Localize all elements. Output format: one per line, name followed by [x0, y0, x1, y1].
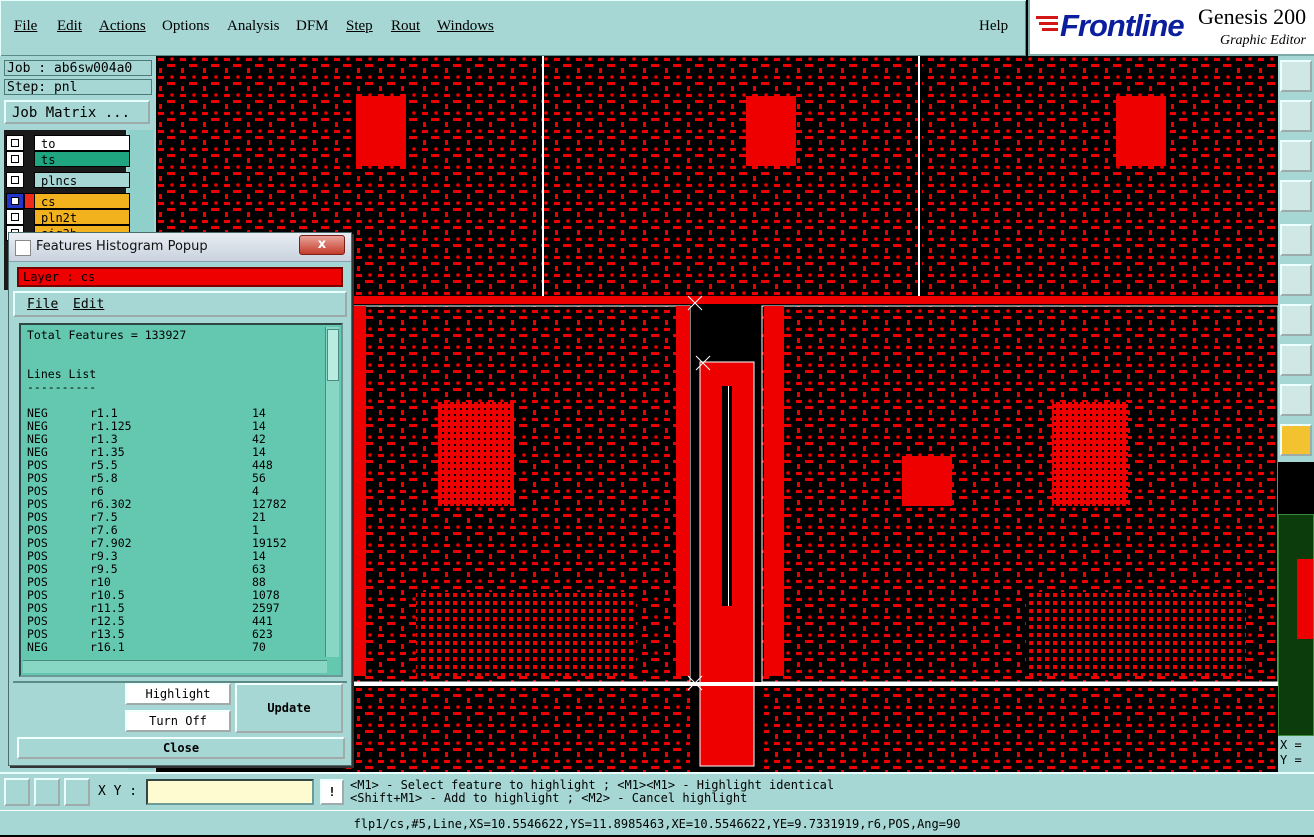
layer-checkbox[interactable]: [6, 172, 24, 188]
measure-tool-icon[interactable]: [1280, 384, 1312, 416]
grid-snap-icon[interactable]: [64, 778, 90, 806]
menu-step[interactable]: Step: [346, 18, 373, 35]
histogram-row[interactable]: POS r7.5 21: [27, 511, 323, 524]
job-name: Job : ab6sw004a0: [4, 60, 152, 76]
histogram-row[interactable]: POS r12.5 441: [27, 615, 323, 628]
histogram-row[interactable]: POS r9.3 14: [27, 550, 323, 563]
histogram-row[interactable]: NEG r1.125 14: [27, 420, 323, 433]
menu-actions[interactable]: Actions: [99, 18, 146, 35]
histogram-row[interactable]: POS r5.8 56: [27, 472, 323, 485]
popup-menu-file[interactable]: File: [27, 297, 58, 312]
fit-view-icon[interactable]: [1280, 140, 1312, 172]
turn-off-button[interactable]: Turn Off: [125, 710, 231, 732]
measure-angle-icon[interactable]: [1280, 304, 1312, 336]
histogram-row[interactable]: NEG r16.1 70: [27, 641, 323, 654]
histogram-row[interactable]: POS r6.302 12782: [27, 498, 323, 511]
pad-tool-icon[interactable]: [1280, 344, 1312, 376]
layer-checkbox[interactable]: [6, 135, 24, 151]
feature-select-icon[interactable]: [1280, 224, 1312, 256]
list-title-underline: ----------: [27, 380, 97, 394]
layer-checkbox-active[interactable]: [6, 193, 24, 209]
connect-tool-icon[interactable]: [1280, 264, 1312, 296]
status-bar: flp1/cs,#5,Line,XS=10.5546622,YS=11.8985…: [0, 810, 1314, 835]
brand-title: Genesis 200: [1198, 4, 1307, 29]
mouse-hint-line1: <M1> - Select feature to highlight ; <M1…: [350, 778, 835, 792]
measure-icon[interactable]: [34, 778, 60, 806]
main-menubar: File Edit Actions Options Analysis DFM S…: [0, 0, 1026, 58]
histogram-row[interactable]: POS r13.5 623: [27, 628, 323, 641]
snap-settings-icon[interactable]: [1280, 180, 1312, 212]
layer-indicator: Layer : cs: [17, 267, 343, 287]
step-name: Step: pnl: [4, 79, 152, 95]
popup-titlebar[interactable]: Features Histogram Popup x: [9, 233, 351, 262]
update-button[interactable]: Update: [235, 683, 343, 733]
zoom-area-icon[interactable]: [4, 778, 30, 806]
menu-options[interactable]: Options: [162, 18, 210, 35]
histogram-row[interactable]: NEG r1.1 14: [27, 407, 323, 420]
close-button[interactable]: Close: [17, 737, 345, 759]
vertical-scrollbar[interactable]: [325, 327, 339, 657]
histogram-row[interactable]: POS r9.5 63: [27, 563, 323, 576]
layer-checkbox[interactable]: [6, 151, 24, 167]
horizontal-scrollbar[interactable]: [23, 660, 327, 673]
zoom-out-icon[interactable]: [1280, 100, 1312, 132]
layer-checkbox[interactable]: [6, 209, 24, 225]
right-toolbar: X = Y =: [1278, 56, 1314, 772]
xy-label: X Y :: [98, 784, 138, 799]
menu-file[interactable]: File: [14, 18, 37, 35]
popup-menubar: File Edit: [13, 291, 347, 317]
histogram-row[interactable]: NEG r1.35 14: [27, 446, 323, 459]
total-features: Total Features = 133927: [27, 329, 187, 342]
histogram-row[interactable]: POS r7.902 19152: [27, 537, 323, 550]
histogram-row[interactable]: POS r11.5 2597: [27, 602, 323, 615]
command-bar: X Y : ! <M1> - Select feature to highlig…: [0, 772, 1314, 810]
brand-panel: Frontline Genesis 200 Graphic Editor: [1028, 0, 1314, 56]
coord-x: X =: [1280, 738, 1302, 752]
xy-input[interactable]: [146, 779, 314, 805]
brand-logo: Frontline: [1060, 8, 1185, 43]
pointer-tool-icon[interactable]: [1280, 424, 1312, 456]
zoom-home-icon[interactable]: [1280, 60, 1312, 92]
menu-help[interactable]: Help: [979, 18, 1008, 35]
close-icon[interactable]: x: [299, 235, 345, 255]
popup-menu-edit[interactable]: Edit: [73, 297, 104, 312]
features-histogram-popup: Features Histogram Popup x Layer : cs Fi…: [8, 232, 352, 766]
menu-rout[interactable]: Rout: [391, 18, 420, 35]
histogram-row[interactable]: NEG r1.3 42: [27, 433, 323, 446]
menu-analysis[interactable]: Analysis: [227, 18, 280, 35]
menu-dfm[interactable]: DFM: [296, 18, 329, 35]
coord-y: Y =: [1280, 753, 1302, 767]
window-icon: [15, 240, 31, 256]
mini-map[interactable]: [1278, 514, 1314, 736]
mouse-hint-line2: <Shift+M1> - Add to highlight ; <M2> - C…: [350, 791, 748, 805]
job-matrix-button[interactable]: Job Matrix ...: [4, 100, 150, 124]
brand-subtitle: Graphic Editor: [1220, 33, 1306, 48]
feature-list[interactable]: Total Features = 133927 Lines List -----…: [19, 323, 343, 677]
histogram-row[interactable]: POS r5.5 448: [27, 459, 323, 472]
warning-icon[interactable]: !: [320, 779, 344, 805]
menu-windows[interactable]: Windows: [437, 18, 494, 35]
highlight-button[interactable]: Highlight: [125, 683, 231, 705]
frontline-logo-icon: [1036, 16, 1058, 31]
menu-edit[interactable]: Edit: [57, 18, 82, 35]
